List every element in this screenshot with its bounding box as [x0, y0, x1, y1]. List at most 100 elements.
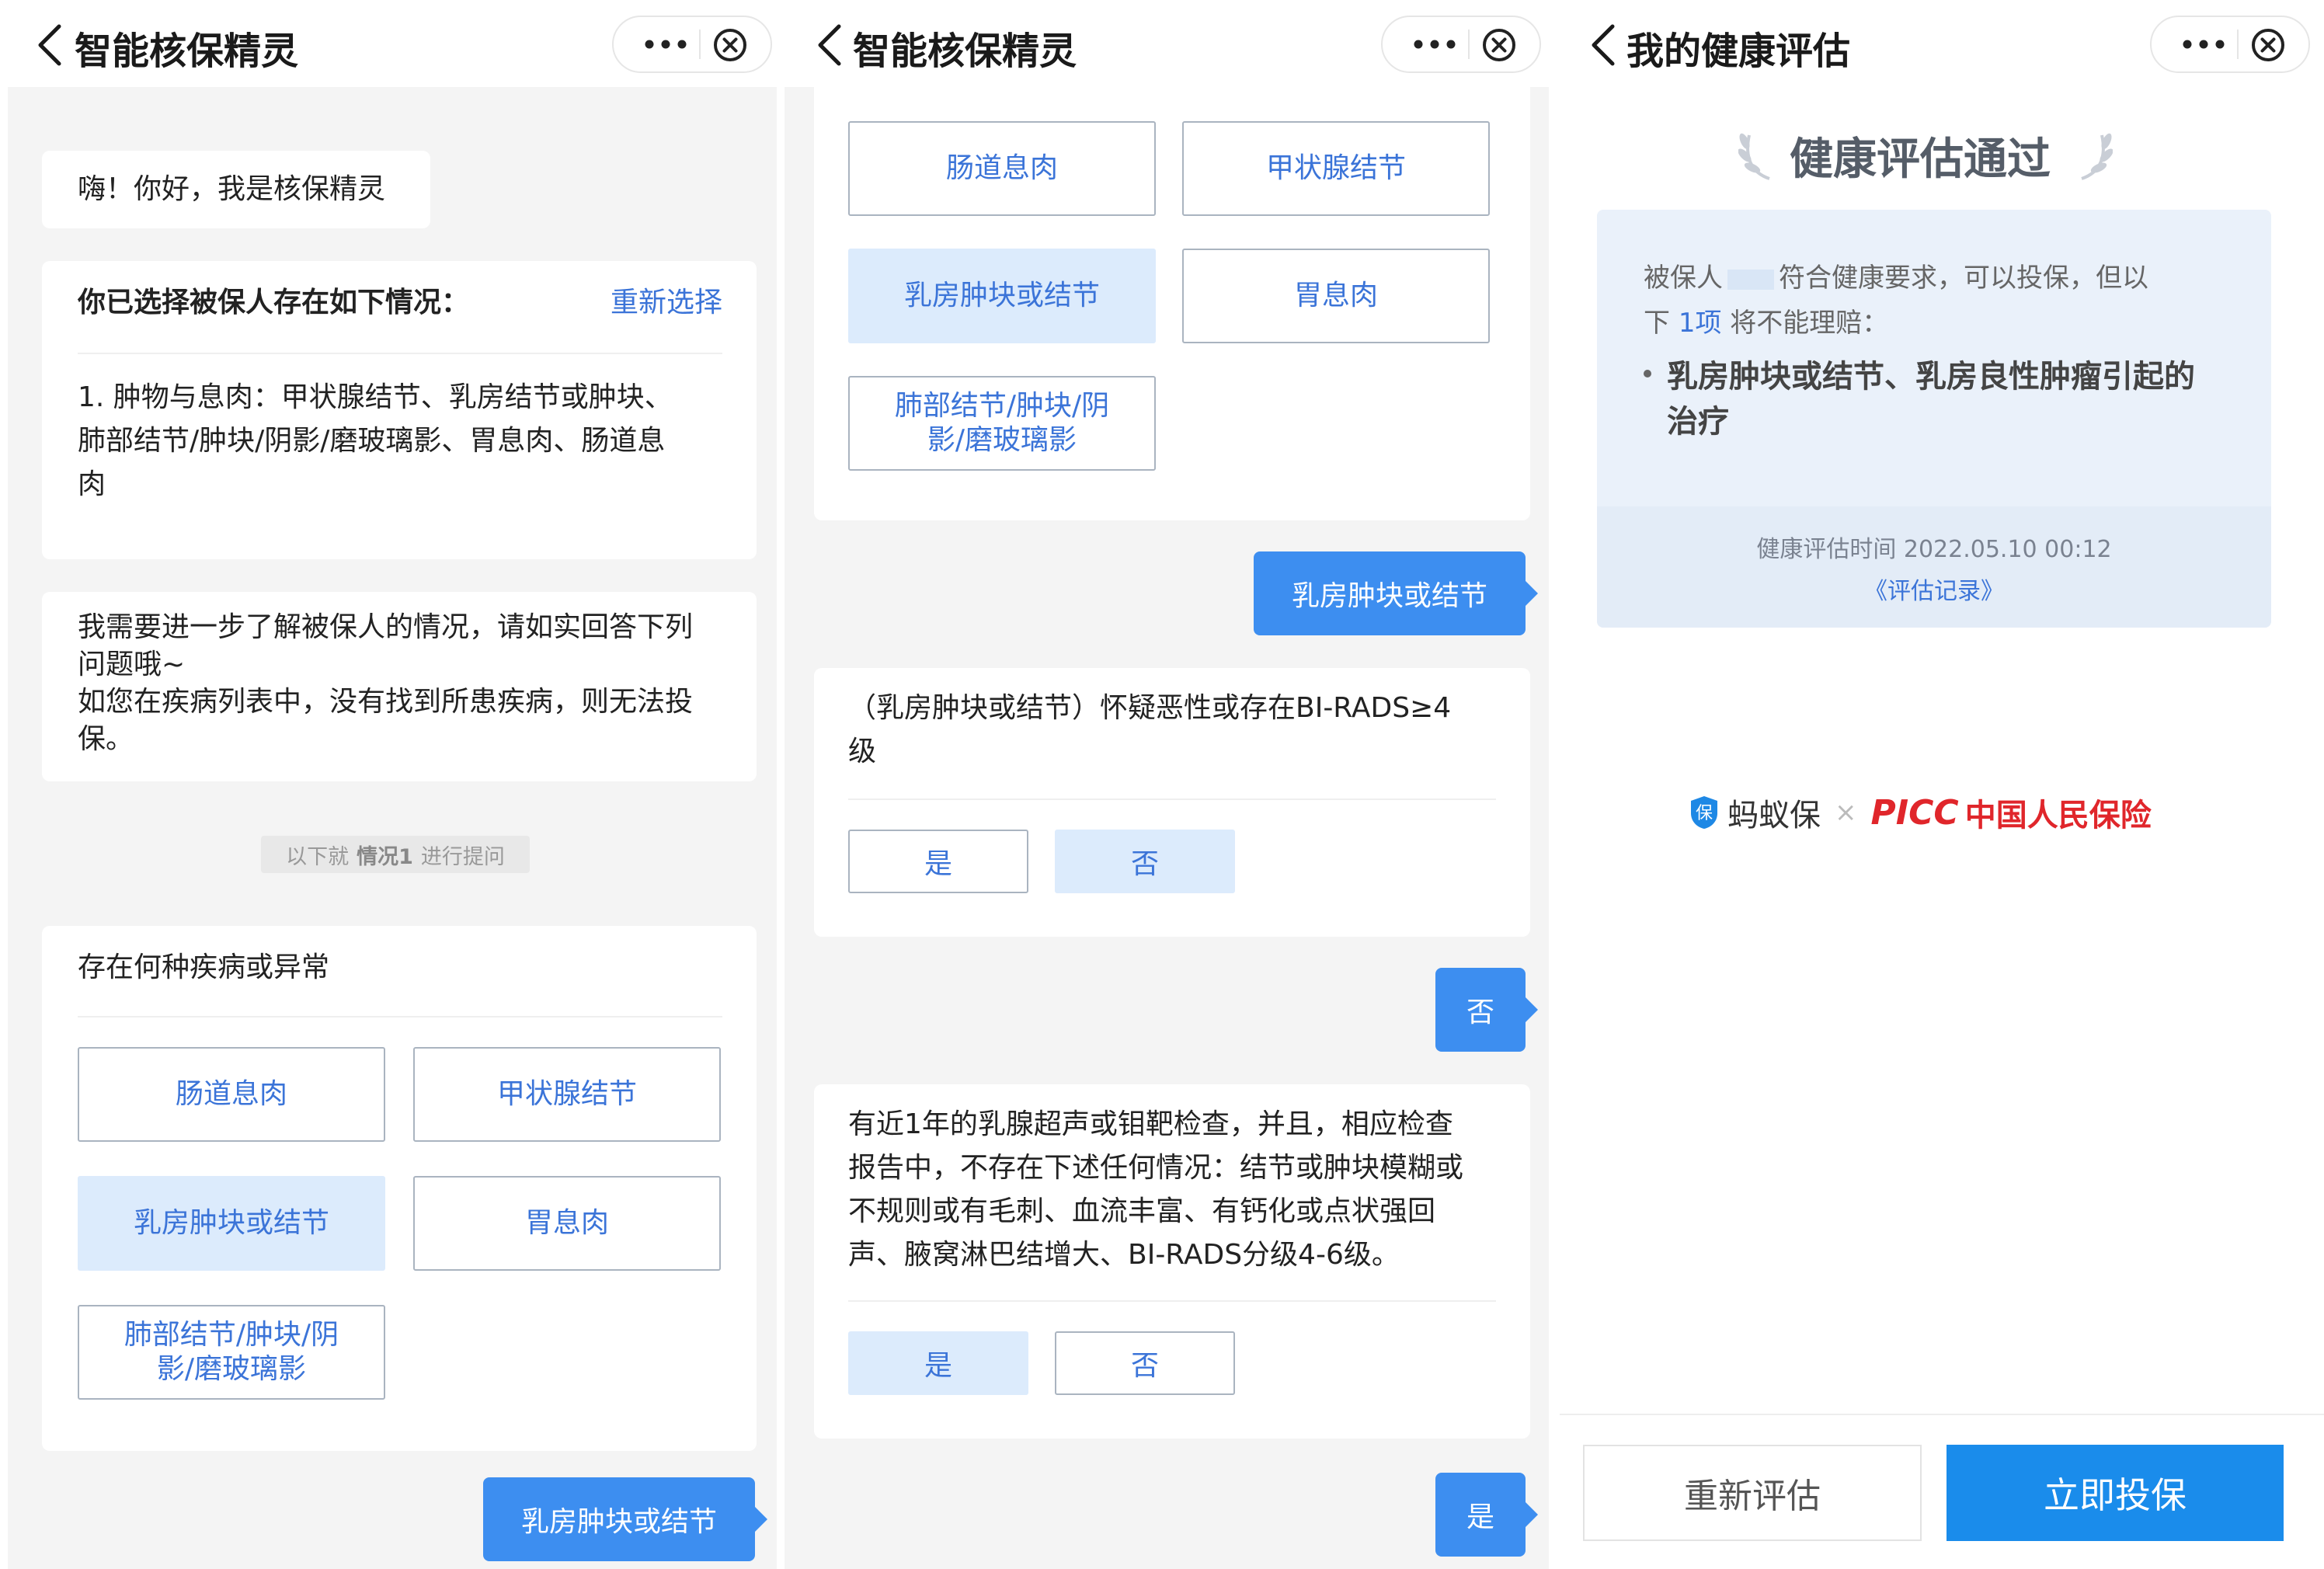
reselect-link[interactable]: 重新选择: [611, 281, 722, 325]
mini-program-capsule: [612, 16, 772, 73]
intro-line-2: 问题哦~: [78, 649, 186, 680]
more-icon[interactable]: [1401, 26, 1468, 62]
evaluation-time: 健康评估时间 2022.05.10 00:12: [1756, 536, 2112, 563]
option-intestinal-polyp[interactable]: 肠道息肉: [78, 1047, 385, 1142]
question-card-malignancy: （乳房肿块或结节）怀疑恶性或存在BI-RADS≥4 级 是 否: [814, 668, 1530, 937]
greeting-bubble: 嗨！你好，我是核保精灵: [42, 151, 430, 228]
intro-line-4: 保。: [78, 723, 134, 755]
page-title: 智能核保精灵: [75, 30, 299, 73]
mini-program-capsule: [2150, 16, 2310, 73]
insured-label: 被保人: [1644, 263, 1723, 294]
chat-area: 嗨！你好，我是核保精灵 你已选择被保人存在如下情况： 重新选择 1. 肿物与息肉…: [8, 87, 777, 1569]
user-reply-text: 否: [1466, 997, 1494, 1028]
no-button[interactable]: 否: [1055, 830, 1235, 893]
evaluation-footer: 健康评估时间 2022.05.10 00:12 《评估记录》: [1597, 506, 2271, 628]
user-reply-text: 是: [1466, 1501, 1494, 1533]
option-breast-lump[interactable]: 乳房肿块或结节: [78, 1176, 385, 1271]
no-button[interactable]: 否: [1055, 1331, 1235, 1395]
mini-program-capsule: [1381, 16, 1541, 73]
buy-now-button[interactable]: 立即投保: [1947, 1445, 2284, 1541]
divider: [78, 1016, 722, 1018]
evaluation-result-card: 被保人 符合健康要求，可以投保，但以 下 1项 将不能理赔： 乳房肿块或结节、乳房…: [1597, 210, 2271, 628]
question-text: 存在何种疾病或异常: [78, 951, 330, 983]
selected-title: 你已选择被保人存在如下情况：: [78, 287, 470, 318]
option-breast-lump[interactable]: 乳房肿块或结节: [848, 249, 1156, 343]
result-line-1: 被保人 符合健康要求，可以投保，但以: [1644, 256, 2148, 294]
question-card-continued: 肠道息肉 甲状腺结节 乳房肿块或结节 胃息肉 肺部结节/肿块/阴 影/磨玻璃影: [814, 71, 1530, 520]
close-icon[interactable]: [711, 26, 749, 64]
option-stomach-polyp[interactable]: 胃息肉: [1182, 249, 1490, 343]
yes-button[interactable]: 是: [848, 1331, 1028, 1395]
redacted-name: [1727, 269, 1774, 290]
capsule-divider: [1468, 30, 1470, 59]
question-line-2: 报告中，不存在下述任何情况：结节或肿块模糊或: [848, 1152, 1464, 1184]
greeting-text: 嗨！你好，我是核保精灵: [78, 173, 386, 205]
navigation-bar: 智能核保精灵: [777, 0, 1549, 87]
question-line-1: （乳房肿块或结节）怀疑恶性或存在BI-RADS≥4: [848, 692, 1452, 724]
yes-button[interactable]: 是: [848, 830, 1028, 893]
option-lung-nodule-line-2: 影/磨玻璃影: [156, 1353, 307, 1385]
exclusion-line-2: 治疗: [1667, 404, 1729, 440]
user-reply-bubble-3: 是: [1435, 1473, 1538, 1557]
close-icon[interactable]: [2249, 26, 2287, 64]
hint-post: 进行提问: [420, 844, 505, 869]
user-reply-bubble-1: 乳房肿块或结节: [1254, 551, 1538, 635]
page-title: 智能核保精灵: [853, 30, 1077, 73]
option-lung-nodule-line-2: 影/磨玻璃影: [927, 424, 1077, 456]
bubble-tail: [1526, 581, 1538, 606]
more-icon[interactable]: [632, 26, 699, 62]
question-line-4: 声、腋窝淋巴结增大、BI-RADS分级4-6级。: [848, 1239, 1400, 1271]
bubble-tail: [1526, 1502, 1538, 1527]
exclusion-count: 1项: [1678, 308, 1722, 339]
back-arrow-icon[interactable]: [816, 23, 844, 67]
option-thyroid-nodule[interactable]: 甲状腺结节: [1182, 121, 1490, 216]
capsule-divider: [2237, 30, 2239, 59]
selected-summary-card: 你已选择被保人存在如下情况： 重新选择 1. 肿物与息肉：甲状腺结节、乳房结节或…: [42, 261, 757, 559]
question-line-2: 级: [848, 736, 877, 767]
chat-panel-2: 肠道息肉 甲状腺结节 乳房肿块或结节 胃息肉 肺部结节/肿块/阴 影/磨玻璃影 …: [777, 0, 1549, 1569]
evaluation-record-link[interactable]: 《评估记录》: [1597, 572, 2271, 606]
bottom-action-bar: 重新评估 立即投保: [1549, 1414, 2324, 1569]
brand-row: 保 蚂蚁保 × PICC 中国人民保险: [1689, 791, 2152, 834]
user-reply-bubble-2: 否: [1435, 968, 1538, 1052]
panel-separator: [1549, 85, 1560, 1569]
exclusion-line-1: 乳房肿块或结节、乳房良性肿瘤引起的: [1667, 359, 2195, 395]
picc-logo: PICC: [1870, 792, 1959, 833]
chat-area: 肠道息肉 甲状腺结节 乳房肿块或结节 胃息肉 肺部结节/肿块/阴 影/磨玻璃影 …: [785, 71, 1549, 1569]
option-lung-nodule[interactable]: 肺部结节/肿块/阴 影/磨玻璃影: [78, 1305, 385, 1400]
antbao-shield-icon: 保: [1691, 796, 1717, 829]
back-arrow-icon[interactable]: [1589, 23, 1617, 67]
bubble-tail: [1526, 997, 1538, 1022]
intro-card: 我需要进一步了解被保人的情况，请如实回答下列 问题哦~ 如您在疾病列表中，没有找…: [42, 592, 757, 781]
option-intestinal-polyp[interactable]: 肠道息肉: [848, 121, 1156, 216]
selected-line-2: 肺部结节/肿块/阴影/磨玻璃影、胃息肉、肠道息: [78, 425, 666, 457]
laurel-left-icon: [1738, 133, 1770, 180]
user-reply-bubble: 乳房肿块或结节: [483, 1477, 767, 1561]
chat-panel-1: 嗨！你好，我是核保精灵 你已选择被保人存在如下情况： 重新选择 1. 肿物与息肉…: [0, 0, 777, 1569]
bubble-tail: [755, 1507, 767, 1532]
page-title: 我的健康评估: [1626, 30, 1851, 73]
more-icon[interactable]: [2170, 26, 2237, 62]
bullet-dot: [1644, 370, 1651, 377]
navigation-bar: 智能核保精灵: [0, 0, 777, 87]
divider: [848, 1300, 1496, 1302]
option-lung-nodule[interactable]: 肺部结节/肿块/阴 影/磨玻璃影: [848, 376, 1156, 471]
intro-line-3: 如您在疾病列表中，没有找到所患疾病，则无法投: [78, 686, 694, 718]
option-thyroid-nodule[interactable]: 甲状腺结节: [413, 1047, 721, 1142]
capsule-divider: [699, 30, 701, 59]
close-icon[interactable]: [1480, 26, 1518, 64]
back-arrow-icon[interactable]: [36, 23, 64, 67]
context-hint: 以下就 情况1 进行提问: [261, 836, 530, 873]
option-stomach-polyp[interactable]: 胃息肉: [413, 1176, 721, 1271]
result-title: 健康评估通过: [1790, 134, 2051, 185]
option-lung-nodule-line-1: 肺部结节/肿块/阴: [894, 390, 1110, 422]
result-line-1-rest: 符合健康要求，可以投保，但以: [1779, 263, 2148, 294]
selected-line-1: 1. 肿物与息肉：甲状腺结节、乳房结节或肿块、: [78, 381, 673, 413]
navigation-bar: 我的健康评估: [1549, 0, 2324, 87]
result-line-2-pre: 下: [1644, 308, 1670, 339]
question-card: 存在何种疾病或异常 肠道息肉 甲状腺结节 乳房肿块或结节 胃息肉 肺部结节/肿块…: [42, 926, 757, 1451]
hint-bold: 情况1: [357, 844, 413, 869]
re-evaluate-button[interactable]: 重新评估: [1583, 1445, 1922, 1541]
user-reply-text: 乳房肿块或结节: [1291, 580, 1487, 612]
question-line-1: 有近1年的乳腺超声或钼靶检查，并且，相应检查: [848, 1108, 1453, 1140]
